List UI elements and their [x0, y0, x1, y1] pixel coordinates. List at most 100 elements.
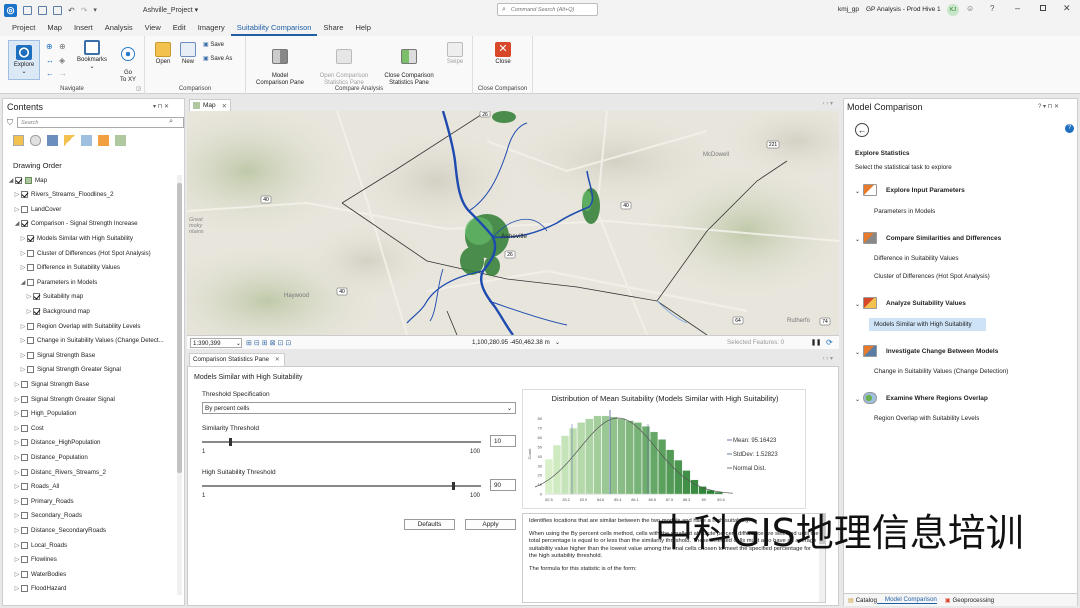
tab-share[interactable]: Share	[317, 21, 349, 36]
scale-box[interactable]: 1:390,399 ⌄	[190, 337, 242, 348]
new-project-icon[interactable]	[23, 5, 32, 15]
list-by-snapping-icon[interactable]	[81, 135, 92, 146]
map-tab[interactable]: Map ✕	[189, 99, 231, 111]
layer-visibility-checkbox[interactable]	[27, 366, 34, 374]
full-extent-icon[interactable]: ⊕	[46, 42, 53, 51]
layer-visibility-checkbox[interactable]	[21, 570, 28, 578]
open-comparison-button[interactable]: Open	[151, 42, 175, 66]
command-search[interactable]: ⌕ Command Search (Alt+Q)	[497, 3, 598, 16]
item-change-in-suitability[interactable]: Change in Suitability Values (Change Det…	[874, 368, 1008, 375]
stats-pane-tab[interactable]: Comparison Statistics Pane ✕	[189, 353, 285, 366]
refresh-icon[interactable]: ⟳	[826, 338, 833, 347]
tab-help[interactable]: Help	[349, 21, 376, 36]
save-comparison-button[interactable]: ▣ Save	[203, 42, 243, 49]
expand-icon[interactable]: ▷	[13, 571, 21, 578]
map-view[interactable]: 26 40 40 40 221 64 74 26 Asheville McDow…	[187, 111, 839, 335]
layer-item[interactable]: ▷ Signal Strength Base	[13, 378, 89, 390]
collapse-icon[interactable]: ⌄	[855, 396, 860, 403]
expand-icon[interactable]: ▷	[13, 498, 21, 505]
expand-icon[interactable]: ▷	[25, 293, 33, 300]
layer-item[interactable]: ▷ Difference in Suitability Values	[19, 262, 120, 274]
help-icon[interactable]: ?	[1065, 124, 1074, 133]
layer-visibility-checkbox[interactable]	[21, 410, 28, 418]
catalog-tab[interactable]: ▤ Catalog	[844, 597, 877, 604]
notifications-icon[interactable]: ☺	[966, 4, 974, 13]
dialog-launcher-icon[interactable]: ◲	[136, 86, 141, 92]
expand-icon[interactable]: ▷	[25, 308, 33, 315]
open-statistics-pane-button[interactable]: Open Comparison Statistics Pane	[312, 42, 376, 87]
back-arrow-icon[interactable]: ←	[46, 69, 54, 78]
collapse-icon[interactable]: ⌄	[855, 236, 860, 243]
close-window-icon[interactable]: ✕	[1063, 3, 1071, 14]
expand-icon[interactable]: ▷	[19, 264, 27, 271]
item-region-overlap[interactable]: Region Overlap with Suitability Levels	[874, 415, 979, 422]
layer-visibility-checkbox[interactable]	[21, 541, 28, 549]
layer-visibility-checkbox[interactable]	[21, 205, 28, 213]
tab-scroll-icon[interactable]: ‹ › ▾	[823, 100, 833, 107]
layer-visibility-checkbox[interactable]	[27, 234, 34, 242]
layer-visibility-checkbox[interactable]	[21, 497, 28, 505]
swipe-button[interactable]: Swipe	[442, 42, 468, 66]
layer-item[interactable]: ▷ Primary_Roads	[13, 495, 74, 507]
layer-item[interactable]: ◢ Parameters in Models	[19, 276, 97, 288]
high-suitability-slider[interactable]	[202, 482, 481, 490]
layer-item[interactable]: ◢ Map	[7, 174, 47, 186]
previous-extent-icon[interactable]: ↔	[46, 56, 54, 65]
user-avatar[interactable]: KJ	[947, 4, 959, 16]
layer-item[interactable]: ▷ Change in Suitability Values (Change De…	[19, 335, 164, 347]
layer-item[interactable]: ▷ Signal Strength Greater Signal	[13, 393, 115, 405]
expand-icon[interactable]: ▷	[13, 483, 21, 490]
save-as-comparison-button[interactable]: ▣ Save As	[203, 56, 243, 63]
layer-item[interactable]: ▷ Distance_HighPopulation	[13, 437, 100, 449]
layer-item[interactable]: ▷ WaterBodies	[13, 568, 66, 580]
layer-item[interactable]: ▷ Signal Strength Base	[19, 349, 95, 361]
expand-icon[interactable]: ▷	[13, 191, 21, 198]
forward-arrow-icon[interactable]: →	[59, 69, 67, 78]
undo-icon[interactable]: ↶	[68, 6, 75, 15]
restore-icon[interactable]	[1040, 5, 1046, 11]
threshold-spec-select[interactable]: By percent cells ⌄	[202, 402, 516, 414]
layer-visibility-checkbox[interactable]	[21, 439, 28, 447]
project-name[interactable]: Ashville_Project ▾	[143, 6, 198, 14]
expand-icon[interactable]: ▷	[19, 352, 27, 359]
model-comparison-pane-button[interactable]: Model Comparison Pane	[252, 42, 308, 87]
defaults-button[interactable]: Defaults	[404, 519, 455, 530]
redo-icon[interactable]: ↷	[81, 6, 88, 15]
layer-visibility-checkbox[interactable]	[27, 351, 34, 359]
high-suitability-value-input[interactable]: 90	[490, 479, 516, 491]
list-by-data-source-icon[interactable]	[30, 135, 41, 146]
tab-insert[interactable]: Insert	[68, 21, 99, 36]
expand-icon[interactable]: ▷	[13, 425, 21, 432]
layer-item[interactable]: ▷ Distance_SecondaryRoads	[13, 524, 106, 536]
layer-item[interactable]: ▷ Cluster of Differences (Hot Spot Analys…	[19, 247, 151, 259]
expand-icon[interactable]: ◢	[19, 279, 27, 286]
open-project-icon[interactable]	[38, 5, 47, 15]
expand-icon[interactable]: ▷	[13, 454, 21, 461]
list-by-drawing-order-icon[interactable]	[13, 135, 24, 146]
expand-icon[interactable]: ▷	[13, 542, 21, 549]
pane-options-icon[interactable]: ? ▾ ⊓ ✕	[1038, 103, 1059, 110]
tab-map[interactable]: Map	[41, 21, 68, 36]
close-statistics-pane-button[interactable]: Close Comparison Statistics Pane	[378, 42, 440, 87]
close-comparison-button[interactable]: ✕ Close	[490, 42, 516, 66]
expand-icon[interactable]: ▷	[19, 323, 27, 330]
layer-visibility-checkbox[interactable]	[27, 278, 34, 286]
tab-view[interactable]: View	[139, 21, 167, 36]
list-by-selection-icon[interactable]	[47, 135, 58, 146]
expand-icon[interactable]: ◢	[7, 177, 15, 184]
contents-scrollbar-thumb[interactable]	[177, 183, 182, 473]
collapse-icon[interactable]: ⌄	[855, 349, 860, 356]
group-investigate-change[interactable]: Investigate Change Between Models	[886, 348, 998, 355]
new-comparison-button[interactable]: New	[177, 42, 199, 66]
list-by-perspective-icon[interactable]	[115, 135, 126, 146]
tab-analysis[interactable]: Analysis	[99, 21, 139, 36]
apply-button[interactable]: Apply	[465, 519, 516, 530]
pause-icon[interactable]: ❚❚	[811, 339, 821, 346]
layer-item[interactable]: ▷ Distance_Population	[13, 451, 88, 463]
model-comparison-tab[interactable]: Model Comparison	[876, 596, 937, 604]
layer-item[interactable]: ▷ Secondary_Roads	[13, 510, 82, 522]
layer-visibility-checkbox[interactable]	[21, 424, 28, 432]
group-examine-overlap[interactable]: Examine Where Regions Overlap	[886, 395, 988, 402]
bookmarks-button[interactable]: Bookmarks ⌄	[74, 40, 110, 71]
collapse-icon[interactable]: ⌄	[855, 188, 860, 195]
